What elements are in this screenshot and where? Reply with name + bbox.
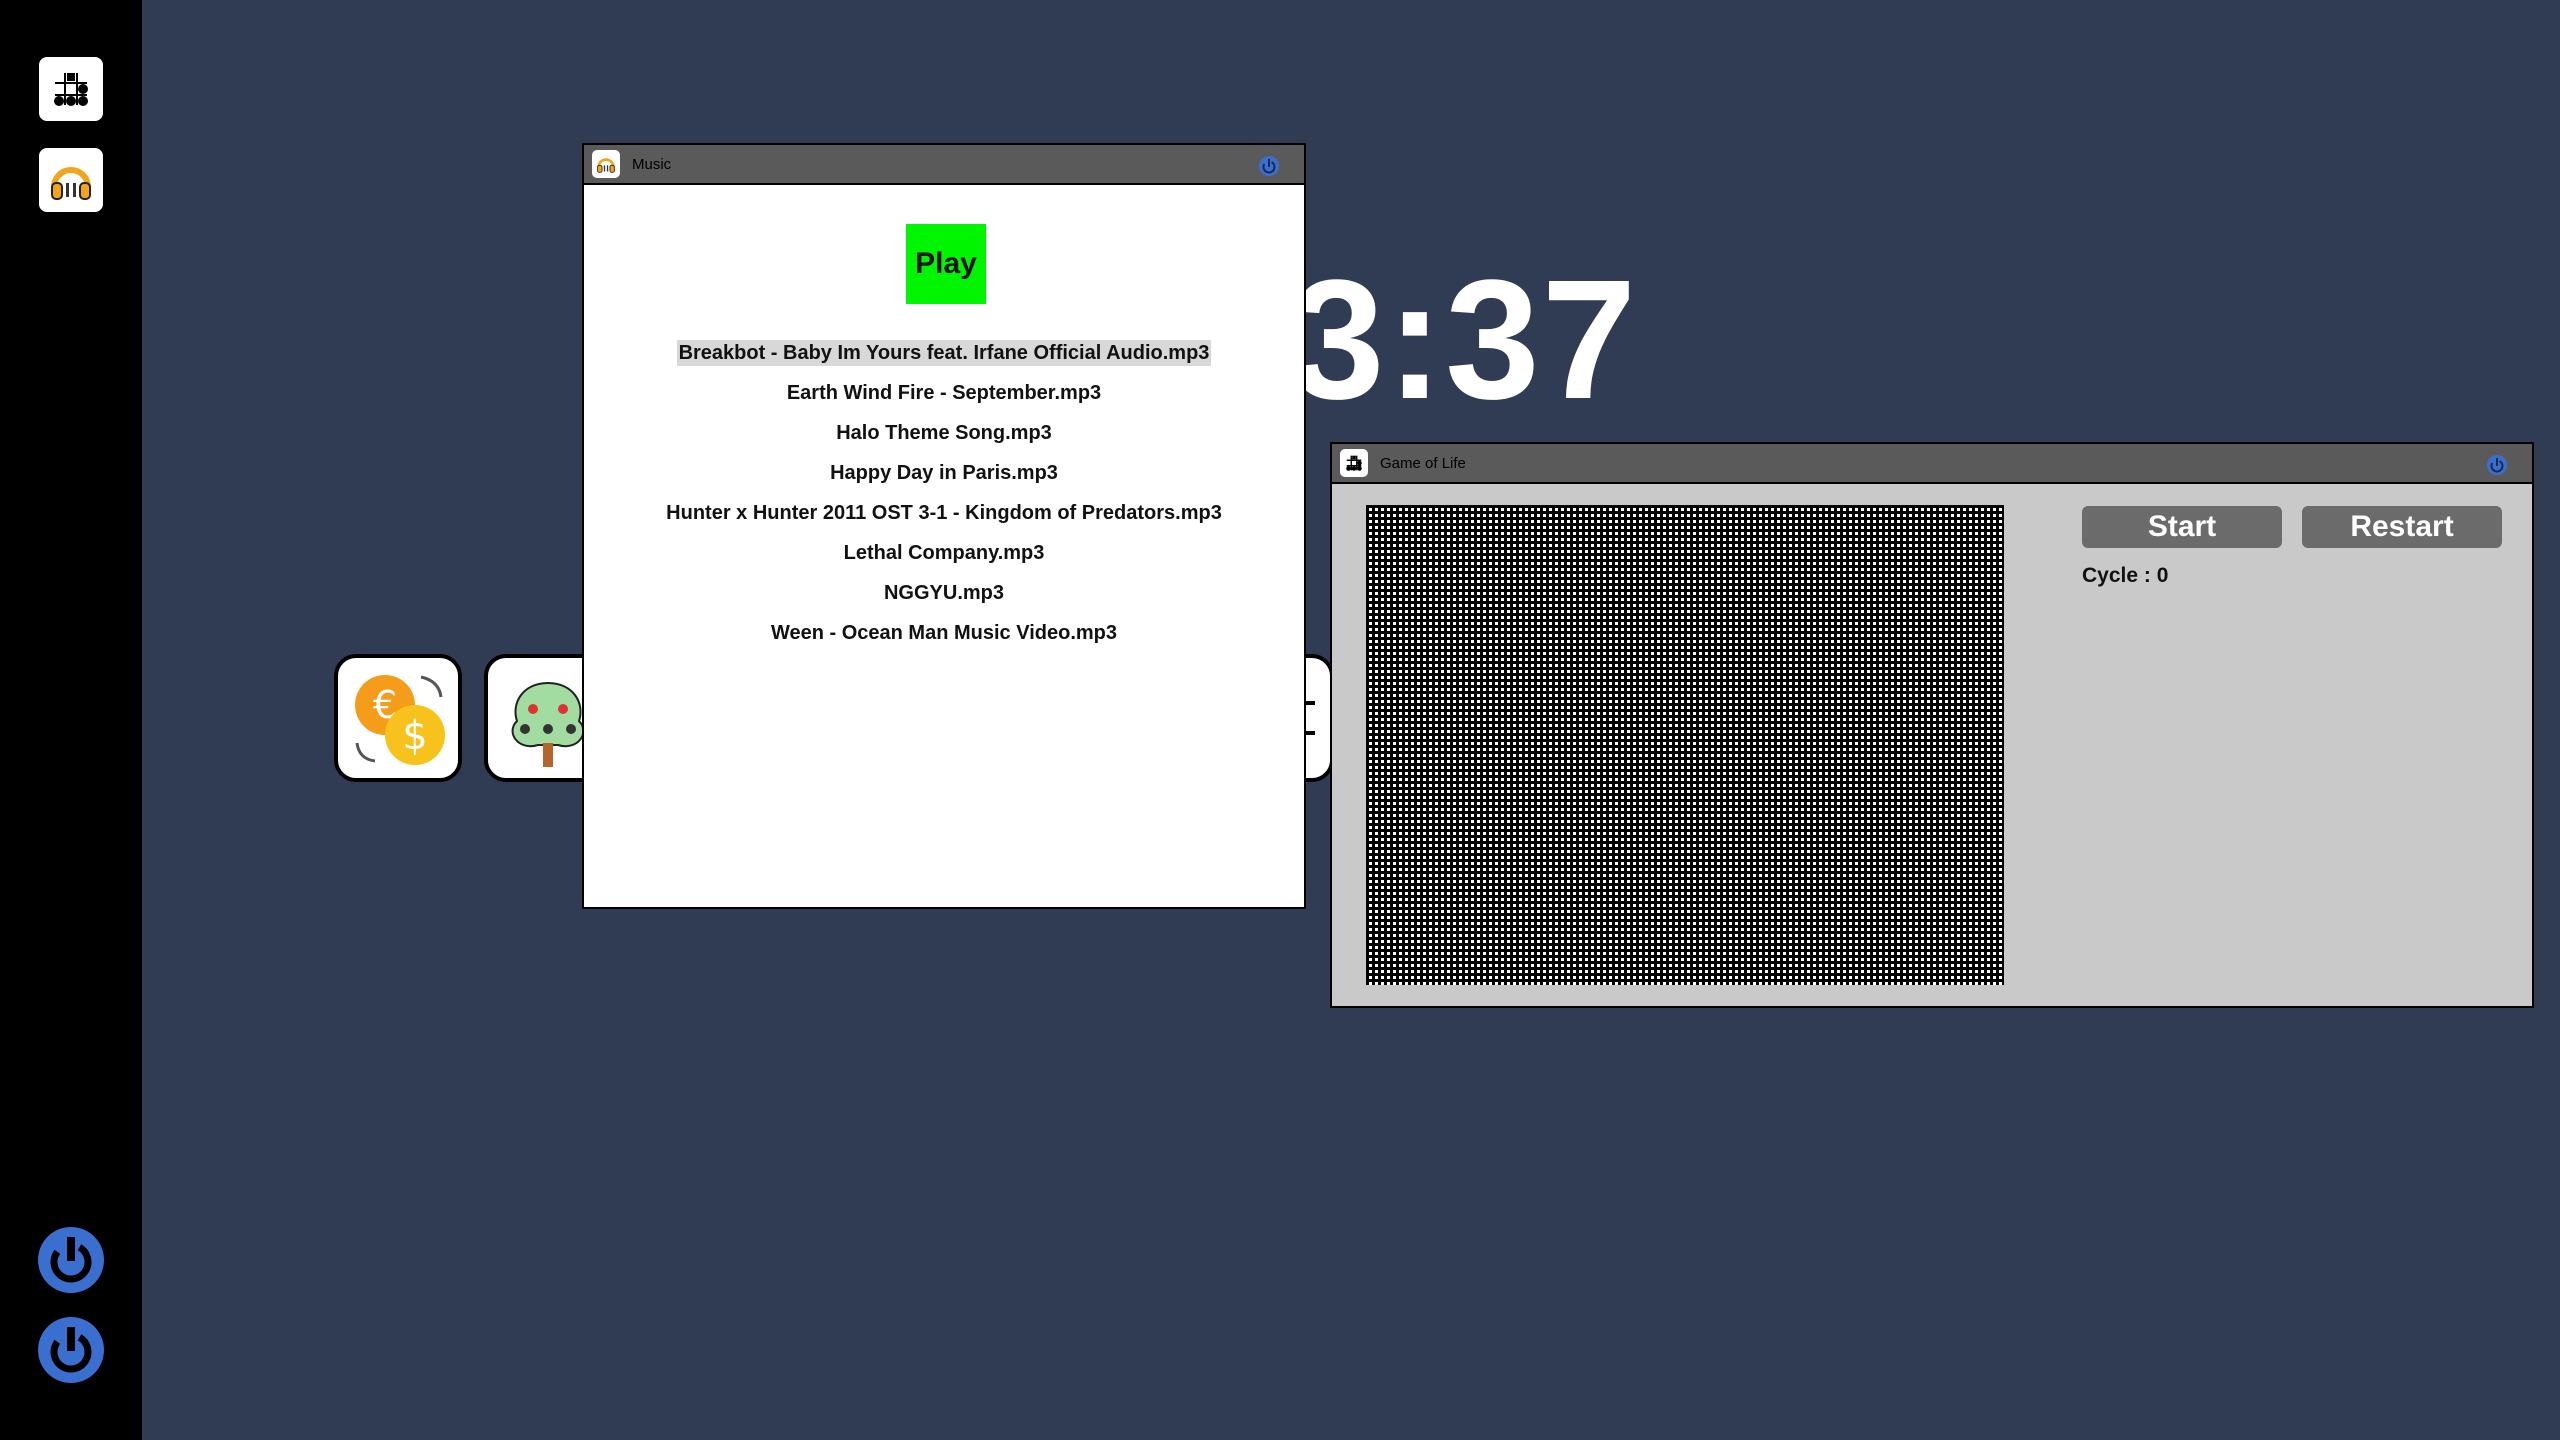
game-of-life-icon xyxy=(54,73,88,106)
song-list: Breakbot - Baby Im Yours feat. Irfane Of… xyxy=(584,333,1304,653)
currency-exchange-app[interactable]: € $ xyxy=(334,654,462,782)
song-item[interactable]: Earth Wind Fire - September.mp3 xyxy=(584,373,1304,413)
music-window: Music Play Breakbot - Baby Im Yours feat… xyxy=(582,143,1306,909)
game-of-life-window: Game of Life Start Restart Cycle : 0 xyxy=(1330,442,2534,1008)
restart-button[interactable]: Restart xyxy=(2302,506,2502,548)
taskbar xyxy=(0,0,142,1440)
svg-text:$: $ xyxy=(402,713,427,759)
song-item[interactable]: Ween - Ocean Man Music Video.mp3 xyxy=(584,613,1304,653)
play-button[interactable]: Play xyxy=(906,224,986,304)
song-item[interactable]: NGGYU.mp3 xyxy=(584,573,1304,613)
close-power-icon[interactable] xyxy=(1258,155,1280,177)
power-icon[interactable] xyxy=(36,1225,106,1295)
song-item[interactable]: Happy Day in Paris.mp3 xyxy=(584,453,1304,493)
life-grid[interactable] xyxy=(1366,505,2004,985)
music-titlebar[interactable]: Music xyxy=(584,145,1304,185)
song-item[interactable]: Breakbot - Baby Im Yours feat. Irfane Of… xyxy=(584,333,1304,373)
power-icon[interactable] xyxy=(36,1315,106,1385)
window-title: Game of Life xyxy=(1380,455,1466,472)
start-button[interactable]: Start xyxy=(2082,506,2282,548)
game-of-life-icon xyxy=(1340,449,1368,477)
song-item[interactable]: Hunter x Hunter 2011 OST 3-1 - Kingdom o… xyxy=(584,493,1304,533)
desktop-clock: 3:37 xyxy=(1290,245,1639,435)
song-item[interactable]: Halo Theme Song.mp3 xyxy=(584,413,1304,453)
song-item[interactable]: Lethal Company.mp3 xyxy=(584,533,1304,573)
cycle-counter: Cycle : 0 xyxy=(2082,564,2169,587)
close-power-icon[interactable] xyxy=(2486,454,2508,476)
gol-titlebar[interactable]: Game of Life xyxy=(1332,444,2532,484)
currency-exchange-icon: € $ xyxy=(355,675,445,765)
music-icon xyxy=(51,167,91,200)
music-icon xyxy=(592,150,620,178)
taskbar-music[interactable] xyxy=(39,148,103,212)
taskbar-game-of-life[interactable] xyxy=(39,57,103,121)
window-title: Music xyxy=(632,156,672,173)
